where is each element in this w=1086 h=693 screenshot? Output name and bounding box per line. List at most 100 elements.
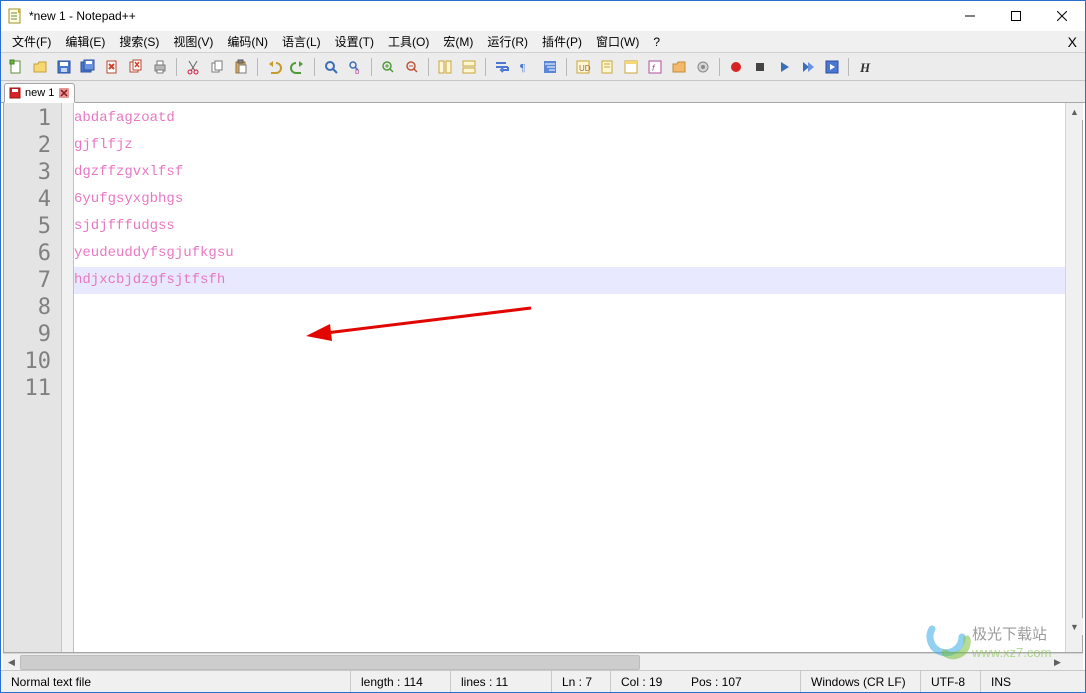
menu-bar: 文件(F) 编辑(E) 搜索(S) 视图(V) 编码(N) 语言(L) 设置(T… — [1, 31, 1085, 53]
menu-run[interactable]: 运行(R) — [480, 31, 535, 52]
sync-v-icon[interactable] — [434, 56, 456, 78]
menu-window[interactable]: 窗口(W) — [589, 31, 646, 52]
line-number: 7 — [4, 267, 51, 294]
play-icon[interactable] — [773, 56, 795, 78]
all-chars-icon[interactable]: ¶ — [515, 56, 537, 78]
text-editor[interactable]: abdafagzoatd gjflfjz dgzffzgvxlfsf 6yufg… — [74, 103, 1065, 652]
tab-close-icon[interactable] — [58, 87, 70, 99]
text-line[interactable] — [74, 375, 1065, 402]
line-number: 5 — [4, 213, 51, 240]
indent-guide-icon[interactable] — [539, 56, 561, 78]
new-file-icon[interactable] — [5, 56, 27, 78]
print-icon[interactable] — [149, 56, 171, 78]
close-all-icon[interactable] — [125, 56, 147, 78]
horizontal-scrollbar[interactable]: ◀ ▶ — [3, 653, 1083, 670]
menu-plugins[interactable]: 插件(P) — [535, 31, 589, 52]
text-line-current[interactable]: hdjxcbjdzgfsjtfsfh — [74, 267, 1065, 294]
toolbar: b ¶ UD f H — [1, 53, 1085, 81]
menu-view[interactable]: 视图(V) — [166, 31, 220, 52]
text-line[interactable]: 6yufgsyxgbhgs — [74, 186, 1065, 213]
save-macro-icon[interactable] — [821, 56, 843, 78]
copy-icon[interactable] — [206, 56, 228, 78]
menu-search[interactable]: 搜索(S) — [112, 31, 166, 52]
paste-icon[interactable] — [230, 56, 252, 78]
func-list-icon[interactable]: f — [644, 56, 666, 78]
text-line[interactable]: dgzffzgvxlfsf — [74, 159, 1065, 186]
unsaved-file-icon — [9, 87, 21, 99]
lang-icon[interactable]: UD — [572, 56, 594, 78]
vertical-scrollbar[interactable]: ▲ ▼ — [1065, 103, 1082, 652]
toolbar-separator — [848, 58, 849, 76]
status-ln: Ln : 7 — [551, 671, 611, 692]
svg-text:¶: ¶ — [520, 62, 525, 74]
close-file-icon[interactable] — [101, 56, 123, 78]
text-line[interactable]: abdafagzoatd — [74, 105, 1065, 132]
line-number: 1 — [4, 105, 51, 132]
status-file-type: Normal text file — [1, 671, 351, 692]
toolbar-separator — [485, 58, 486, 76]
zoom-out-icon[interactable] — [401, 56, 423, 78]
text-line[interactable]: yeudeuddyfsgjufkgsu — [74, 240, 1065, 267]
svg-text:b: b — [355, 67, 360, 75]
status-pos: Pos : 107 — [681, 671, 801, 692]
doc-list-icon[interactable] — [620, 56, 642, 78]
save-all-icon[interactable] — [77, 56, 99, 78]
menu-macro[interactable]: 宏(M) — [436, 31, 480, 52]
scroll-down-icon[interactable]: ▼ — [1066, 618, 1083, 635]
zoom-in-icon[interactable] — [377, 56, 399, 78]
save-icon[interactable] — [53, 56, 75, 78]
text-line[interactable] — [74, 294, 1065, 321]
close-button[interactable] — [1039, 1, 1085, 31]
menu-settings[interactable]: 设置(T) — [328, 31, 381, 52]
line-number: 3 — [4, 159, 51, 186]
folder-icon[interactable] — [668, 56, 690, 78]
scroll-left-icon[interactable]: ◀ — [3, 654, 20, 671]
maximize-button[interactable] — [993, 1, 1039, 31]
text-line[interactable] — [74, 348, 1065, 375]
toolbar-separator — [371, 58, 372, 76]
scroll-right-icon[interactable]: ▶ — [1049, 654, 1066, 671]
open-file-icon[interactable] — [29, 56, 51, 78]
document-tab-bar: new 1 — [1, 81, 1085, 103]
text-line[interactable]: sjdjfffudgss — [74, 213, 1065, 240]
menu-edit[interactable]: 编辑(E) — [58, 31, 112, 52]
status-encoding[interactable]: UTF-8 — [921, 671, 981, 692]
undo-icon[interactable] — [263, 56, 285, 78]
menu-language[interactable]: 语言(L) — [275, 31, 328, 52]
sync-h-icon[interactable] — [458, 56, 480, 78]
scroll-corner — [1066, 635, 1083, 652]
cut-icon[interactable] — [182, 56, 204, 78]
scroll-thumb[interactable] — [20, 655, 640, 670]
status-length: length : 114 — [351, 671, 451, 692]
line-number-gutter: 1 2 3 4 5 6 7 8 9 10 11 — [4, 103, 62, 652]
mdi-close-button[interactable]: X — [1068, 34, 1077, 50]
editor-area: 1 2 3 4 5 6 7 8 9 10 11 abdafagzoatd gjf… — [3, 103, 1083, 653]
doc-map-icon[interactable] — [596, 56, 618, 78]
toolbar-separator — [257, 58, 258, 76]
wrap-icon[interactable] — [491, 56, 513, 78]
menu-encoding[interactable]: 编码(N) — [220, 31, 275, 52]
stop-icon[interactable] — [749, 56, 771, 78]
find-icon[interactable] — [320, 56, 342, 78]
scroll-up-icon[interactable]: ▲ — [1066, 103, 1083, 120]
status-eol[interactable]: Windows (CR LF) — [801, 671, 921, 692]
line-number: 10 — [4, 348, 51, 375]
line-number: 8 — [4, 294, 51, 321]
menu-tools[interactable]: 工具(O) — [381, 31, 436, 52]
svg-text:UD: UD — [579, 64, 591, 73]
monitor-icon[interactable] — [692, 56, 714, 78]
minimize-button[interactable] — [947, 1, 993, 31]
bold-h-icon[interactable]: H — [854, 56, 876, 78]
text-line[interactable] — [74, 321, 1065, 348]
tab-new-1[interactable]: new 1 — [4, 83, 75, 103]
play-multi-icon[interactable] — [797, 56, 819, 78]
text-line[interactable]: gjflfjz — [74, 132, 1065, 159]
redo-icon[interactable] — [287, 56, 309, 78]
code-fold-strip[interactable] — [62, 103, 74, 652]
status-mode[interactable]: INS — [981, 671, 1031, 692]
replace-icon[interactable]: b — [344, 56, 366, 78]
toolbar-separator — [176, 58, 177, 76]
menu-help[interactable]: ? — [646, 33, 667, 51]
record-icon[interactable] — [725, 56, 747, 78]
menu-file[interactable]: 文件(F) — [5, 31, 58, 52]
